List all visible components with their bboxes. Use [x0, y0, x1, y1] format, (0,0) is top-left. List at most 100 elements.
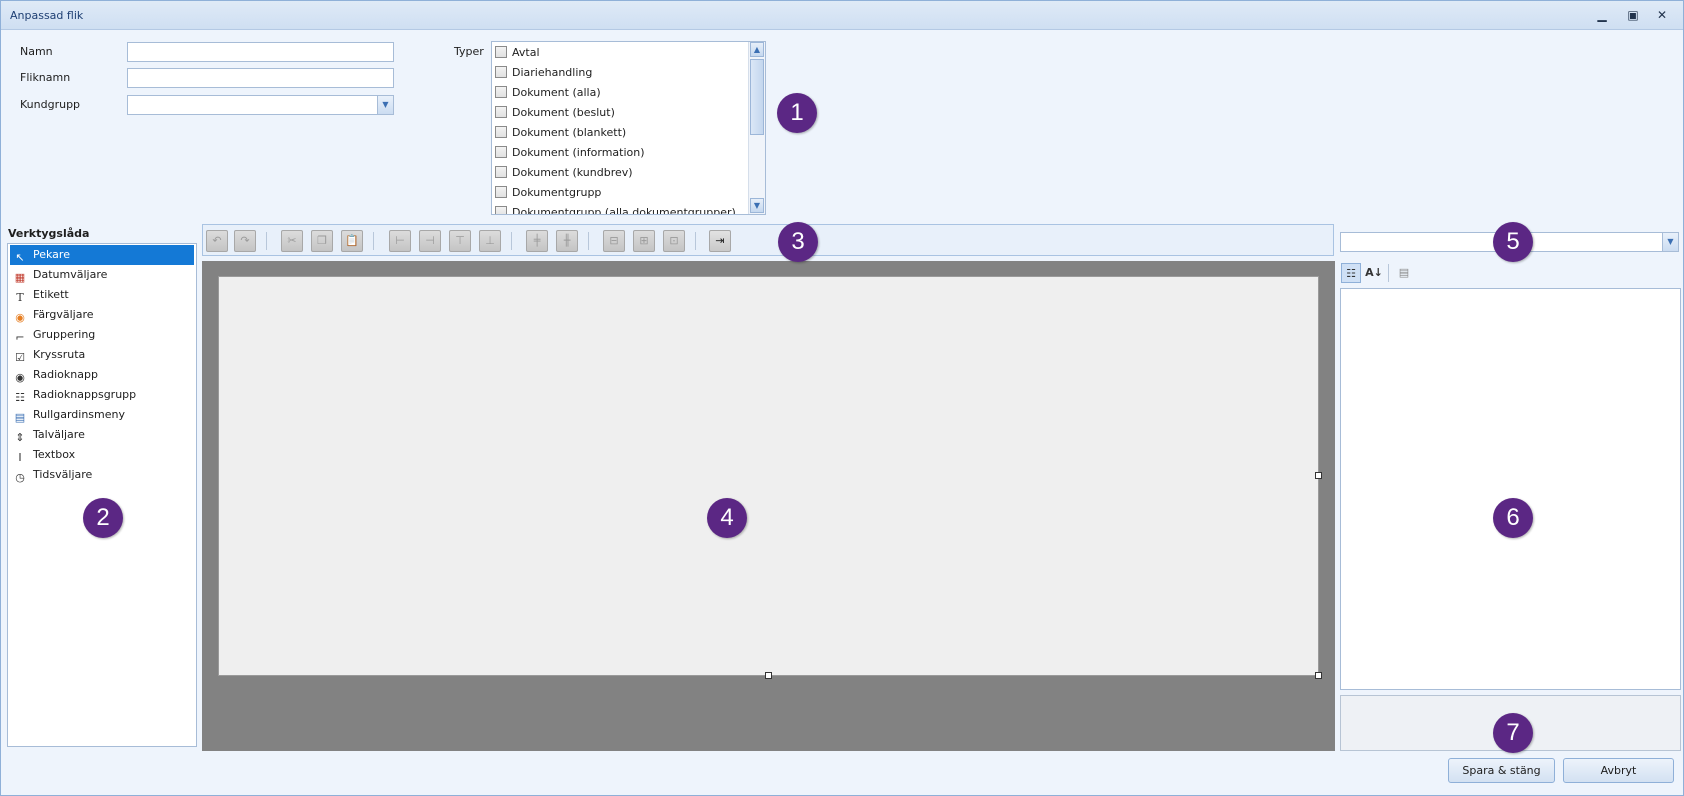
dropdown-icon: ▤: [14, 411, 26, 424]
customergroup-dropdown[interactable]: ▼: [127, 95, 394, 115]
type-item-label: Dokument (information): [512, 146, 645, 159]
cut-icon[interactable]: ✂: [281, 230, 303, 252]
tool-numeric[interactable]: ⇕ Talväljare: [10, 425, 194, 445]
center-horizontal-icon[interactable]: ╪: [526, 230, 548, 252]
tool-dropdown[interactable]: ▤ Rullgardinsmeny: [10, 405, 194, 425]
checkbox[interactable]: [495, 86, 507, 98]
type-item-label: Avtal: [512, 46, 540, 59]
cancel-button[interactable]: Avbryt: [1563, 758, 1674, 783]
name-label: Namn: [20, 45, 53, 58]
tool-label: Kryssruta: [33, 348, 86, 361]
numeric-icon: ⇕: [15, 431, 25, 444]
checkbox[interactable]: [495, 126, 507, 138]
type-item[interactable]: Dokument (alla): [495, 83, 601, 103]
checkbox[interactable]: [495, 46, 507, 58]
annotation-badge: 3: [778, 222, 818, 262]
close-icon[interactable]: ✕: [1653, 7, 1671, 23]
type-item-label: Dokument (kundbrev): [512, 166, 633, 179]
resize-handle-bottom[interactable]: [765, 672, 772, 679]
property-grid[interactable]: [1340, 288, 1681, 690]
color-wheel-icon: ◉: [15, 311, 25, 324]
name-field[interactable]: [127, 42, 394, 62]
checkbox[interactable]: [495, 146, 507, 158]
align-top-icon[interactable]: ⊤: [449, 230, 471, 252]
tool-colorpicker[interactable]: ◉ Färgväljare: [10, 305, 194, 325]
textbox-icon: I: [18, 451, 22, 464]
annotation-badge: 2: [83, 498, 123, 538]
tool-checkbox[interactable]: ☑ Kryssruta: [10, 345, 194, 365]
tool-textbox[interactable]: I Textbox: [10, 445, 194, 465]
type-item-label: Diariehandling: [512, 66, 593, 79]
same-height-icon[interactable]: ⊞: [633, 230, 655, 252]
checkbox[interactable]: [495, 106, 507, 118]
toolbar-separator: [695, 232, 696, 250]
minimize-icon[interactable]: ▁: [1593, 7, 1611, 23]
type-item[interactable]: Dokument (beslut): [495, 103, 615, 123]
tool-label: Etikett: [33, 288, 69, 301]
tabname-field[interactable]: [127, 68, 394, 88]
toolbar-separator: [373, 232, 374, 250]
toolbox-header: Verktygslåda: [8, 227, 90, 240]
checkbox[interactable]: [495, 186, 507, 198]
type-item[interactable]: Dokumentgrupp (alla dokumentgrupper): [495, 203, 736, 214]
checkbox[interactable]: [495, 166, 507, 178]
paste-icon[interactable]: 📋: [341, 230, 363, 252]
property-pages-icon[interactable]: ▤: [1394, 263, 1414, 283]
toolbox-list: ↖ Pekare ▦ Datumväljare T Etikett ◉ Färgvälj…: [7, 243, 197, 747]
tool-label: Tidsväljare: [33, 468, 93, 481]
tool-label: Textbox: [33, 448, 76, 461]
types-list[interactable]: Avtal Diariehandling Dokument (alla) Dok…: [491, 41, 766, 215]
resize-handle-corner[interactable]: [1315, 672, 1322, 679]
type-item[interactable]: Avtal: [495, 43, 540, 63]
designer-toolbar: ↶ ↷ ✂ ❐ 📋 ⊢ ⊣ ⊤ ⊥ ╪ ╫ ⊟ ⊞ ⊡ ⇥: [202, 224, 1334, 256]
tab-order-icon[interactable]: ⇥: [709, 230, 731, 252]
annotation-badge: 4: [707, 498, 747, 538]
copy-icon[interactable]: ❐: [311, 230, 333, 252]
align-bottom-icon[interactable]: ⊥: [479, 230, 501, 252]
types-scrollbar[interactable]: ▲ ▼: [748, 42, 765, 214]
type-item[interactable]: Dokument (information): [495, 143, 645, 163]
tool-radiogroup[interactable]: ☷ Radioknappsgrupp: [10, 385, 194, 405]
type-item[interactable]: Dokument (kundbrev): [495, 163, 633, 183]
align-right-icon[interactable]: ⊣: [419, 230, 441, 252]
resize-handle-right[interactable]: [1315, 472, 1322, 479]
scroll-up-icon[interactable]: ▲: [750, 42, 764, 57]
alphabetical-sort-icon[interactable]: A↓: [1364, 263, 1384, 283]
property-toolbar: ☷ A↓ ▤: [1340, 262, 1681, 286]
radio-icon: ◉: [15, 371, 25, 384]
tool-label: Färgväljare: [33, 308, 94, 321]
save-close-button[interactable]: Spara & stäng: [1448, 758, 1555, 783]
annotation-badge: 5: [1493, 222, 1533, 262]
categorized-icon[interactable]: ☷: [1341, 263, 1361, 283]
tool-label: Pekare: [33, 248, 70, 261]
tool-timepicker[interactable]: ◷ Tidsväljare: [10, 465, 194, 485]
tool-label: Gruppering: [33, 328, 96, 341]
tool-label: Datumväljare: [33, 268, 108, 281]
tool-groupbox[interactable]: ⌐ Gruppering: [10, 325, 194, 345]
same-size-icon[interactable]: ⊡: [663, 230, 685, 252]
calendar-icon: ▦: [14, 271, 26, 284]
chevron-down-icon[interactable]: ▼: [377, 96, 393, 114]
undo-icon[interactable]: ↶: [206, 230, 228, 252]
chevron-down-icon[interactable]: ▼: [1662, 233, 1678, 251]
type-item[interactable]: Diariehandling: [495, 63, 592, 83]
same-width-icon[interactable]: ⊟: [603, 230, 625, 252]
tool-pointer[interactable]: ↖ Pekare: [10, 245, 194, 265]
scroll-down-icon[interactable]: ▼: [750, 198, 764, 213]
checkbox[interactable]: [495, 66, 507, 78]
center-vertical-icon[interactable]: ╫: [556, 230, 578, 252]
align-left-icon[interactable]: ⊢: [389, 230, 411, 252]
scroll-thumb[interactable]: [750, 59, 764, 135]
form-canvas[interactable]: [218, 276, 1319, 676]
redo-icon[interactable]: ↷: [234, 230, 256, 252]
tool-radiobutton[interactable]: ◉ Radioknapp: [10, 365, 194, 385]
tool-label-control[interactable]: T Etikett: [10, 285, 194, 305]
checkbox[interactable]: [495, 206, 507, 214]
checkbox-icon: ☑: [15, 351, 25, 364]
tool-label: Rullgardinsmeny: [33, 408, 125, 421]
maximize-icon[interactable]: ▣: [1624, 7, 1642, 23]
type-item[interactable]: Dokumentgrupp: [495, 183, 601, 203]
type-item[interactable]: Dokument (blankett): [495, 123, 626, 143]
design-surface[interactable]: [202, 261, 1335, 751]
tool-datepicker[interactable]: ▦ Datumväljare: [10, 265, 194, 285]
